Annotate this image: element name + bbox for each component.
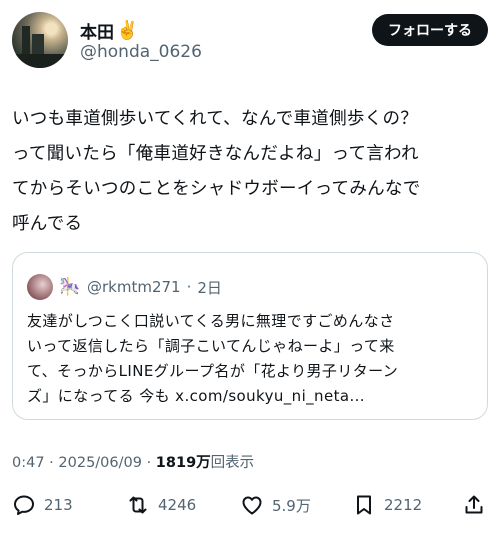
meta-separator: · [44, 455, 59, 471]
repost-count: 4246 [158, 496, 197, 514]
tweet-date[interactable]: 2025/06/09 [58, 455, 142, 471]
follow-button[interactable]: フォローする [372, 14, 488, 46]
quoted-tweet-text: 友達がしつこく口説いてくる男に無理ですごめんなさ いって返信したら「調子こいてん… [27, 312, 399, 405]
share-icon [465, 495, 483, 514]
quoted-author-handle: @rkmtm271 [87, 278, 181, 296]
repost-button[interactable]: 4246 [126, 488, 196, 522]
quoted-tweet-header: 🎠 @rkmtm271 · 2日 [27, 273, 222, 301]
author-name-line[interactable]: 本田 ✌️ [80, 18, 138, 43]
heart-icon [242, 496, 262, 515]
bookmark-button[interactable]: 2212 [352, 488, 422, 522]
tweet-header: 本田 ✌️ @honda_0626 フォローする [12, 12, 488, 72]
view-count-label: 回表示 [210, 455, 255, 471]
tweet-text: いつも車道側歩いてくれて、なんで車道側歩くの？ って聞いたら「俺車道好きなんだよ… [12, 109, 421, 234]
tweet-meta: 0:47 · 2025/06/09 · 1819万回表示 [12, 451, 254, 472]
like-button[interactable]: 5.9万 [240, 488, 311, 522]
quoted-tweet[interactable]: 🎠 @rkmtm271 · 2日 友達がしつこく口説いてくる男に無理ですごめんな… [12, 252, 488, 420]
share-button[interactable] [462, 488, 486, 522]
avatar-building [22, 26, 30, 56]
author-avatar[interactable] [12, 12, 68, 68]
avatar-ground [12, 54, 68, 68]
meta-separator: · [141, 455, 156, 471]
author-name[interactable]: 本田 [80, 18, 114, 43]
tweet-time[interactable]: 0:47 [12, 455, 45, 471]
action-bar: 213 4246 5.9万 2212 [12, 488, 490, 522]
bookmark-count: 2212 [384, 496, 423, 514]
repost-icon [129, 496, 147, 514]
reply-count: 213 [44, 496, 73, 514]
victory-hand-icon: ✌️ [116, 19, 139, 41]
quoted-timestamp: 2日 [197, 278, 222, 297]
view-count: 1819万 [155, 455, 211, 471]
quoted-author-avatar [27, 274, 53, 300]
carousel-horse-icon: 🎠 [59, 277, 81, 297]
author-handle[interactable]: @honda_0626 [80, 42, 202, 62]
reply-button[interactable]: 213 [12, 488, 73, 522]
quoted-separator: · [186, 278, 192, 296]
bookmark-icon [357, 495, 371, 515]
reply-icon [14, 495, 34, 515]
like-count: 5.9万 [272, 496, 311, 515]
